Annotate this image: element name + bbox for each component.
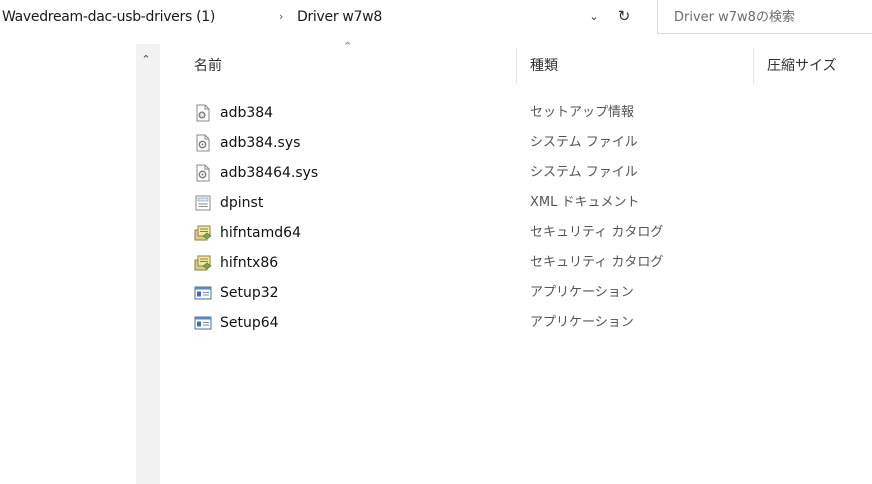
file-row[interactable]: Setup64 アプリケーション [186,308,706,338]
file-row[interactable]: adb384.sys システム ファイル [186,128,706,158]
scroll-up-icon[interactable]: ⌃ [138,52,154,68]
xml-document-icon [195,195,211,211]
file-type: アプリケーション [530,285,634,300]
file-name: adb384 [220,105,274,121]
file-name: Setup64 [220,315,279,331]
column-divider[interactable] [753,48,754,84]
address-bar: Wavedream-dac-usb-drivers (1) › Driver w… [0,0,872,34]
column-header-compressed-size[interactable]: 圧縮サイズ [767,56,837,76]
setup-info-icon [196,104,210,122]
file-type: セキュリティ カタログ [530,255,664,270]
column-divider[interactable] [516,48,517,84]
application-icon [194,286,212,300]
file-name: dpinst [220,195,264,211]
file-type: セキュリティ カタログ [530,225,664,240]
breadcrumb-separator[interactable]: › [279,8,283,26]
column-header-name[interactable]: 名前 [194,56,222,76]
refresh-icon[interactable]: ↻ [614,6,634,26]
file-row[interactable]: adb384 セットアップ情報 [186,98,706,128]
column-header-type[interactable]: 種類 [530,56,558,76]
breadcrumb-parent[interactable]: Wavedream-dac-usb-drivers (1) [2,8,215,26]
navigation-scrollbar[interactable] [136,44,160,484]
file-row[interactable]: Setup32 アプリケーション [186,278,706,308]
search-box[interactable] [657,0,872,34]
sort-ascending-icon: ⌃ [343,40,353,53]
file-row[interactable]: hifntx86 セキュリティ カタログ [186,248,706,278]
chevron-down-icon[interactable]: ⌄ [587,9,601,25]
security-catalog-icon [194,255,212,271]
security-catalog-icon [194,225,212,241]
file-name: adb38464.sys [220,165,319,181]
file-name: Setup32 [220,285,279,301]
breadcrumb-current[interactable]: Driver w7w8 [297,8,382,26]
file-type: システム ファイル [530,135,638,150]
system-file-icon [196,134,210,152]
file-type: セットアップ情報 [530,105,635,120]
file-name: adb384.sys [220,135,301,151]
file-type: システム ファイル [530,165,638,180]
system-file-icon [196,164,210,182]
search-input[interactable] [674,7,864,27]
file-row[interactable]: hifntamd64 セキュリティ カタログ [186,218,706,248]
file-type: XML ドキュメント [530,195,640,210]
file-row[interactable]: dpinst XML ドキュメント [186,188,706,218]
application-icon [194,316,212,330]
file-name: hifntamd64 [220,225,301,241]
file-row[interactable]: adb38464.sys システム ファイル [186,158,706,188]
file-type: アプリケーション [530,315,634,330]
file-name: hifntx86 [220,255,279,271]
